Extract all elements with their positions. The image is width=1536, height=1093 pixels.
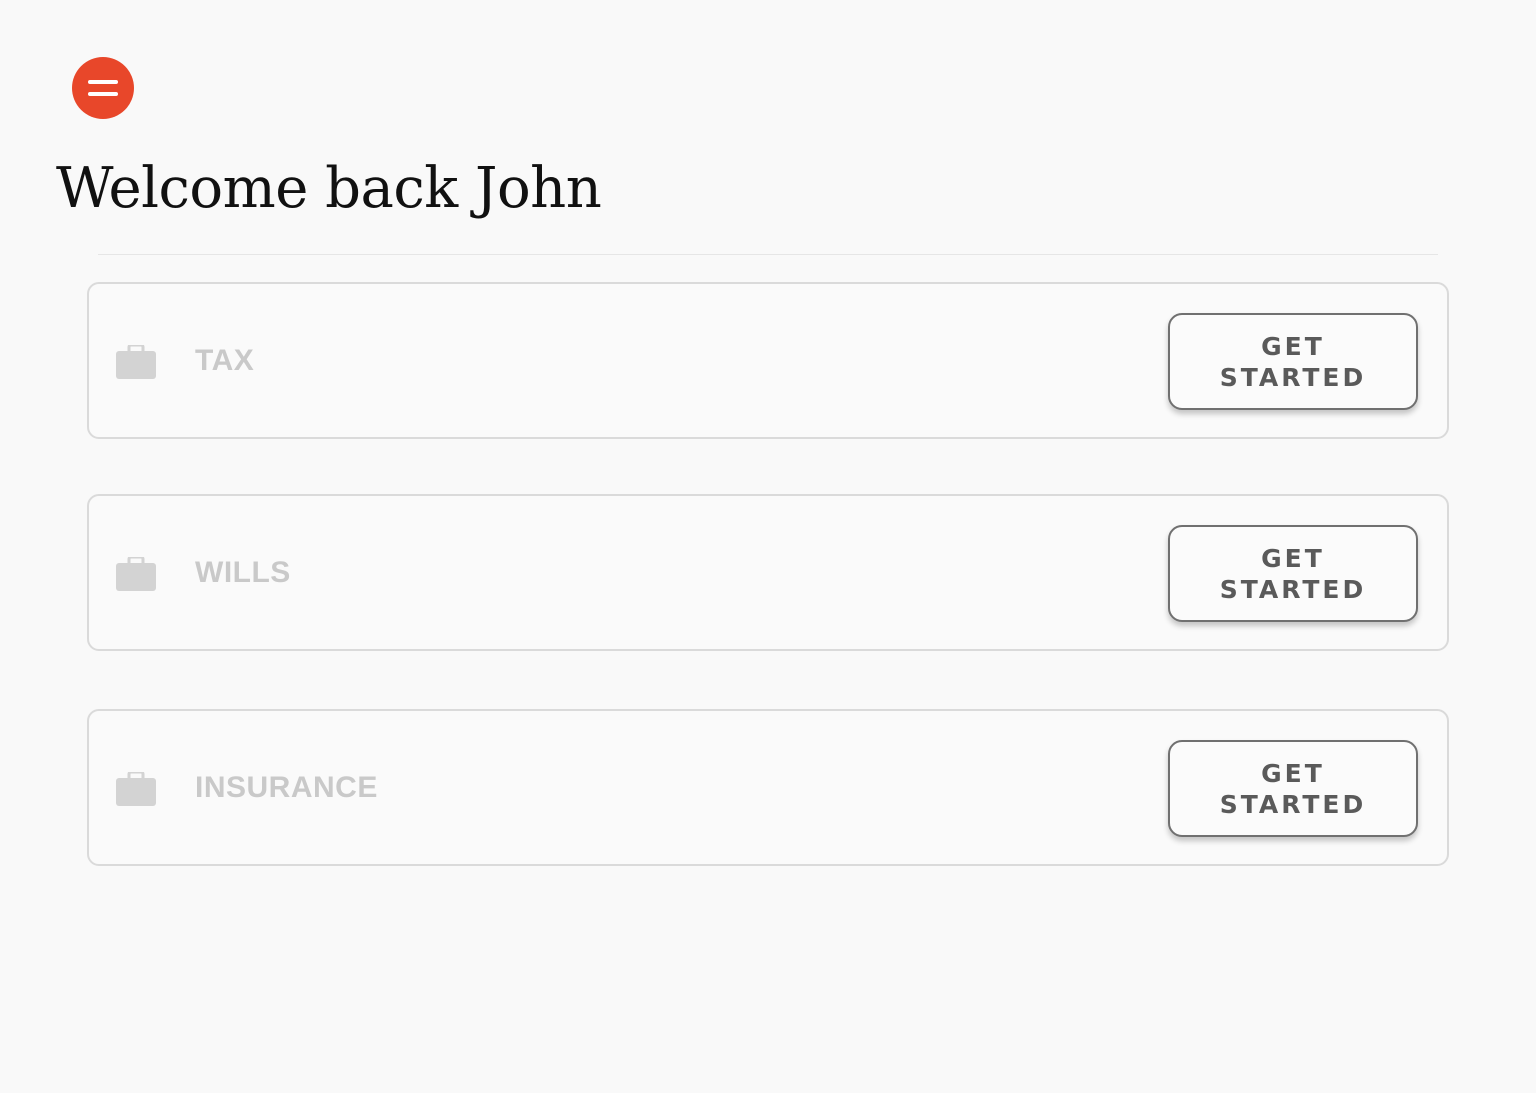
get-started-button-insurance[interactable]: GET STARTED <box>1168 740 1418 837</box>
menu-button[interactable] <box>72 57 134 119</box>
briefcase-icon <box>116 771 156 806</box>
service-label: WILLS <box>195 555 291 589</box>
briefcase-icon <box>116 556 156 591</box>
service-card-wills: WILLS GET STARTED <box>87 494 1449 651</box>
get-started-button-wills[interactable]: GET STARTED <box>1168 525 1418 622</box>
button-label-line1: GET <box>1261 758 1325 788</box>
button-label-line1: GET <box>1261 543 1325 573</box>
get-started-button-tax[interactable]: GET STARTED <box>1168 313 1418 410</box>
button-label-line1: GET <box>1261 331 1325 361</box>
divider <box>98 254 1438 255</box>
button-label-line2: STARTED <box>1219 362 1367 392</box>
briefcase-icon <box>116 344 156 379</box>
hamburger-menu-icon-bottom-bar <box>88 92 118 96</box>
button-label-line2: STARTED <box>1219 574 1367 604</box>
page-title: Welcome back John <box>56 156 602 221</box>
service-label: INSURANCE <box>195 770 378 804</box>
service-label: TAX <box>195 343 255 377</box>
button-label-line2: STARTED <box>1219 789 1367 819</box>
service-card-insurance: INSURANCE GET STARTED <box>87 709 1449 866</box>
service-card-tax: TAX GET STARTED <box>87 282 1449 439</box>
hamburger-menu-icon-top-bar <box>88 80 118 84</box>
